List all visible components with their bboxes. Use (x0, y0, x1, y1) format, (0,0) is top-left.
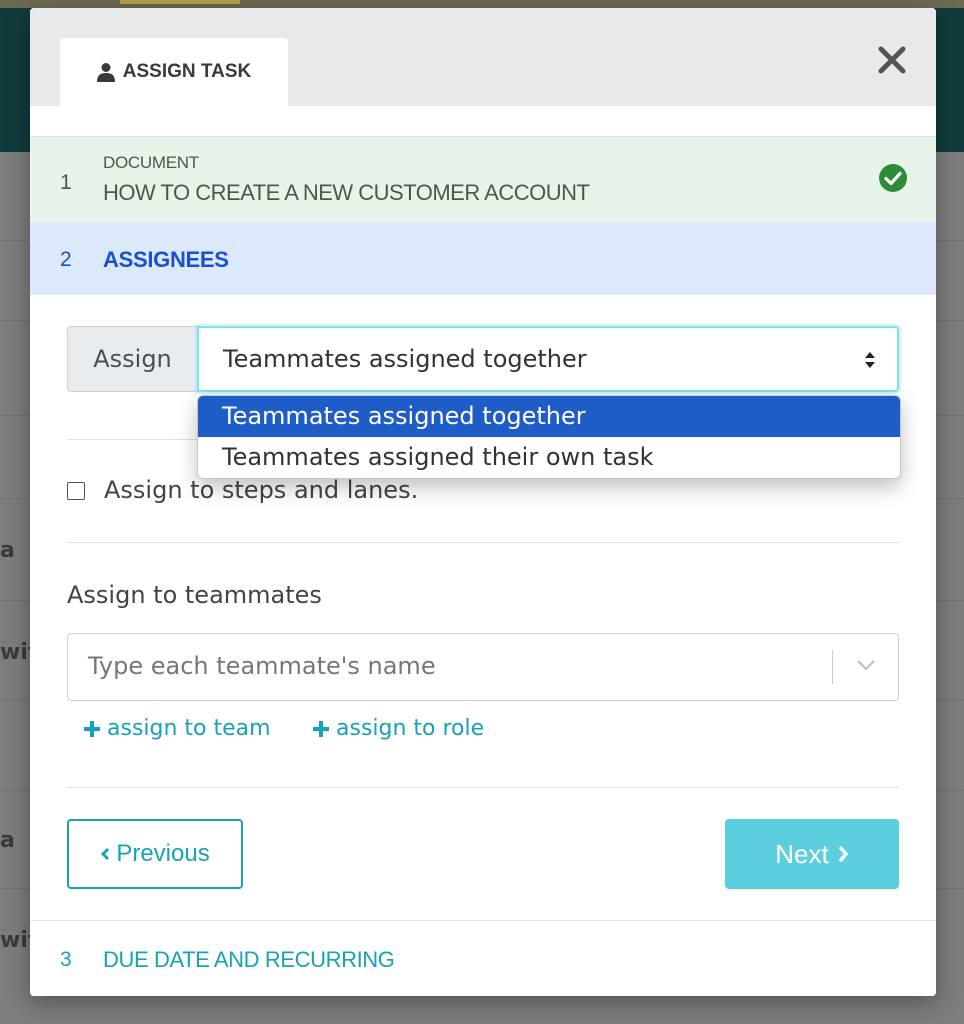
divider (67, 542, 899, 543)
assign-to-team-link[interactable]: assign to team (83, 716, 271, 741)
chevron-right-icon (838, 845, 849, 863)
step-number: 3 (60, 948, 72, 971)
input-separator (832, 650, 833, 684)
steps-lanes-checkbox[interactable] (67, 482, 85, 500)
teammate-placeholder: Type each teammate's name (88, 652, 436, 680)
assign-to-role-link[interactable]: assign to role (312, 716, 484, 741)
chevron-down-icon[interactable] (856, 658, 876, 672)
step-title: DUE DATE AND RECURRING (103, 947, 395, 972)
chevron-left-icon (101, 847, 110, 861)
background-text-fragment: a (0, 828, 15, 853)
assign-task-modal: ASSIGN TASK 1 DOCUMENT HOW TO CREATE A N… (30, 8, 936, 996)
background-text-fragment: wit (0, 928, 30, 953)
link-label: assign to team (107, 716, 271, 741)
previous-label: Previous (116, 840, 210, 867)
steps-lanes-label: Assign to steps and lanes. (104, 476, 419, 504)
plus-icon (84, 720, 100, 737)
close-button[interactable] (874, 42, 910, 78)
tab-label: ASSIGN TASK (122, 61, 252, 82)
step-number: 2 (60, 248, 72, 271)
tab-assign-task[interactable]: ASSIGN TASK (60, 38, 288, 106)
background-top-accent (120, 0, 240, 4)
background-text-fragment: a (0, 538, 15, 563)
divider (67, 787, 899, 788)
step-due-date[interactable]: 3 DUE DATE AND RECURRING (30, 920, 936, 996)
next-label: Next (775, 838, 829, 869)
link-label: assign to role (336, 716, 485, 741)
step-title: HOW TO CREATE A NEW CUSTOMER ACCOUNT (103, 180, 590, 205)
plus-icon (313, 720, 329, 737)
assign-mode-value: Teammates assigned together (223, 345, 587, 373)
close-icon (878, 46, 906, 74)
dropdown-option[interactable]: Teammates assigned their own task (198, 437, 900, 478)
sort-arrows-icon (865, 352, 875, 368)
check-circle-icon (879, 164, 907, 192)
next-button[interactable]: Next (725, 819, 899, 889)
step-number: 1 (60, 171, 72, 194)
dropdown-option[interactable]: Teammates assigned together (198, 396, 900, 437)
background-text-fragment: wit (0, 640, 30, 665)
step-assignees[interactable]: 2 ASSIGNEES (30, 222, 936, 295)
step-document[interactable]: 1 DOCUMENT HOW TO CREATE A NEW CUSTOMER … (30, 136, 936, 223)
assign-label: Assign (67, 326, 197, 392)
assign-mode-dropdown: Teammates assigned together Teammates as… (197, 395, 901, 479)
step-title: ASSIGNEES (103, 247, 229, 272)
teammates-label: Assign to teammates (67, 581, 322, 609)
step-category: DOCUMENT (103, 153, 199, 172)
previous-button[interactable]: Previous (67, 819, 243, 889)
teammate-search-input[interactable]: Type each teammate's name (67, 633, 899, 701)
assign-mode-select[interactable]: Teammates assigned together (197, 326, 899, 392)
user-icon (96, 63, 115, 82)
